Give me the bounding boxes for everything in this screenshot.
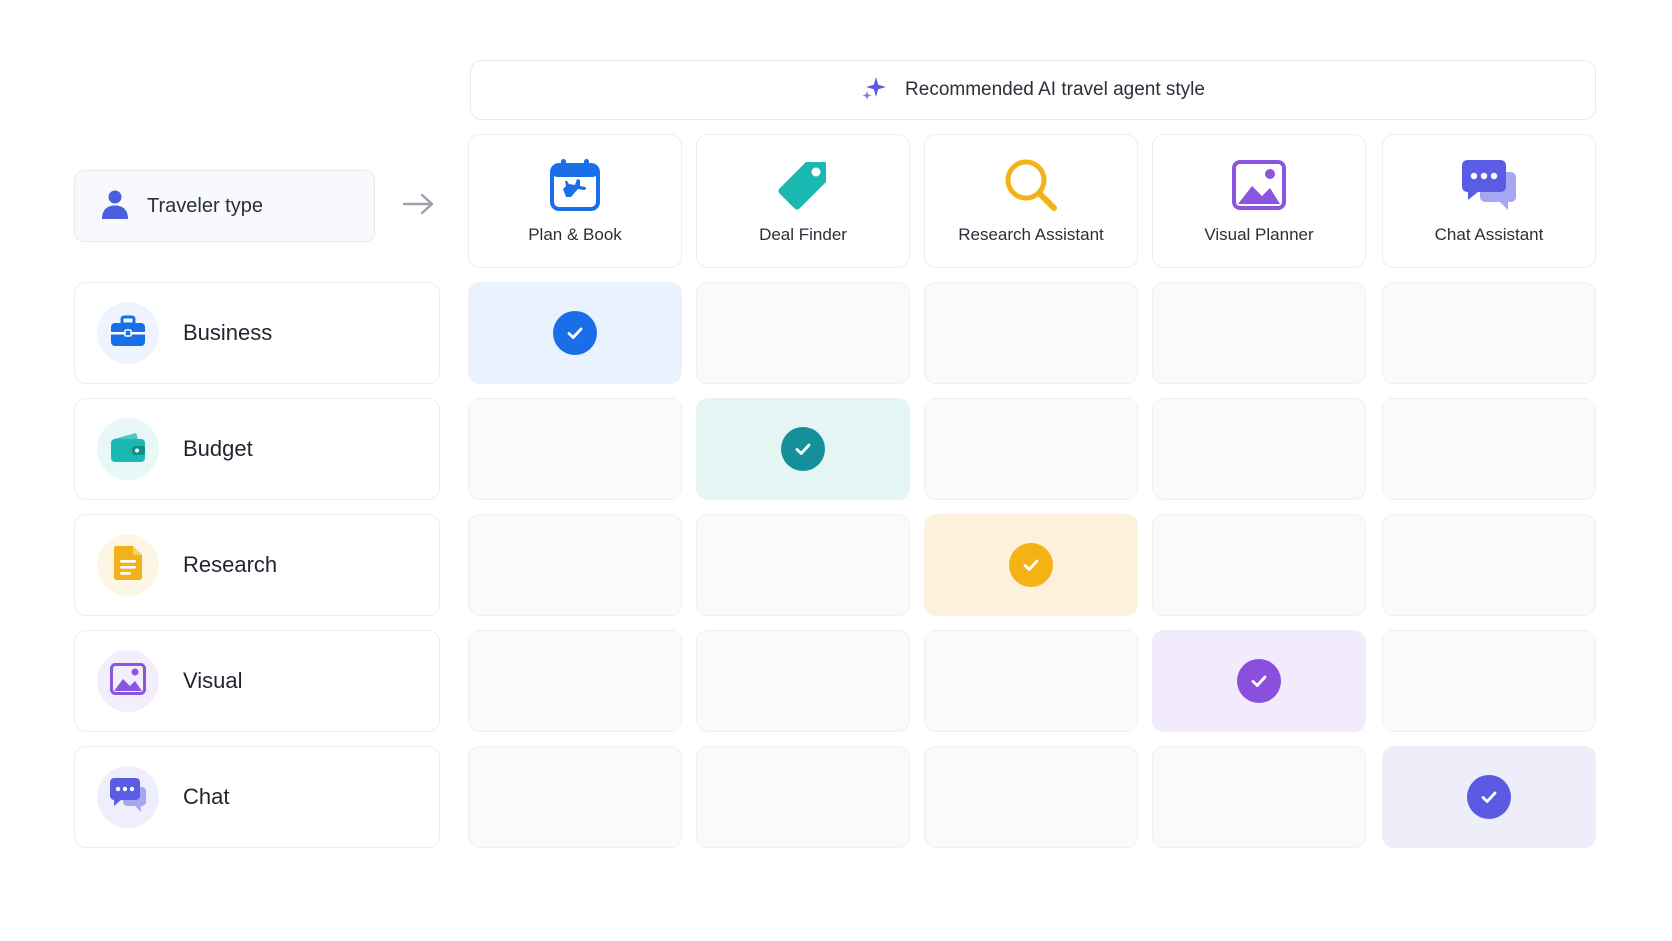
arrow-right-icon: [402, 192, 436, 221]
column-label: Plan & Book: [528, 225, 622, 244]
matrix-cell: [924, 746, 1138, 848]
matrix-cell-match: [1152, 630, 1366, 732]
check-icon: [781, 427, 825, 471]
magnifier-icon: [1003, 157, 1059, 213]
calendar-plane-icon: [549, 157, 601, 213]
row-icon-circle: [97, 766, 159, 828]
matrix-cell: [696, 514, 910, 616]
matrix-cell: [924, 398, 1138, 500]
matrix-cell: [696, 282, 910, 384]
row-header-business: Business: [74, 282, 440, 384]
matrix-cell-match: [924, 514, 1138, 616]
image-icon: [1232, 157, 1286, 213]
check-icon: [1237, 659, 1281, 703]
row-label: Visual: [183, 668, 243, 693]
matrix-cell: [1382, 398, 1596, 500]
chat-bubbles-icon: [109, 777, 147, 818]
check-icon: [1467, 775, 1511, 819]
matrix-cell: [468, 746, 682, 848]
row-label: Chat: [183, 784, 230, 809]
row-label: Business: [183, 320, 273, 345]
price-tag-icon: [776, 157, 830, 213]
row-label: Budget: [183, 436, 253, 461]
traveler-type-text: Traveler type: [147, 194, 263, 217]
column-header-visual-planner: Visual Planner: [1152, 134, 1366, 268]
matrix-cell: [468, 630, 682, 732]
check-icon: [553, 311, 597, 355]
briefcase-icon: [110, 315, 146, 352]
row-header-research: Research: [74, 514, 440, 616]
row-header-visual: Visual: [74, 630, 440, 732]
column-label: Deal Finder: [759, 225, 847, 244]
matrix-cell: [1152, 282, 1366, 384]
matrix-cell: [1382, 630, 1596, 732]
row-header-budget: Budget: [74, 398, 440, 500]
sparkle-icon: [861, 75, 887, 106]
matrix-cell: [1382, 514, 1596, 616]
row-label: Research: [183, 552, 278, 577]
column-label: Chat Assistant: [1434, 225, 1544, 244]
matrix-cell: [468, 514, 682, 616]
row-icon-circle: [97, 650, 159, 712]
chat-bubbles-icon: [1460, 157, 1518, 213]
row-header-chat: Chat: [74, 746, 440, 848]
row-icon-circle: [97, 418, 159, 480]
column-label: Visual Planner: [1204, 225, 1314, 244]
matrix-cell: [1382, 282, 1596, 384]
column-header-chat-assistant: Chat Assistant: [1382, 134, 1596, 268]
matrix-cell: [1152, 398, 1366, 500]
row-icon-circle: [97, 534, 159, 596]
column-header-plan-book: Plan & Book: [468, 134, 682, 268]
matrix-cell: [1152, 746, 1366, 848]
matrix-cell-match: [696, 398, 910, 500]
matrix-cell-match: [468, 282, 682, 384]
column-header-deal-finder: Deal Finder: [696, 134, 910, 268]
recommendation-banner: Recommended AI travel agent style: [470, 60, 1596, 120]
person-icon: [101, 189, 129, 224]
column-header-research-assistant: Research Assistant: [924, 134, 1138, 268]
matrix-cell: [468, 398, 682, 500]
traveler-type-label: Traveler type: [74, 170, 375, 242]
wallet-icon: [110, 431, 146, 468]
check-icon: [1009, 543, 1053, 587]
column-label: Research Assistant: [958, 225, 1104, 244]
document-icon: [113, 545, 143, 586]
matrix-cell: [696, 630, 910, 732]
banner-title: Recommended AI travel agent style: [905, 79, 1205, 100]
row-icon-circle: [97, 302, 159, 364]
matrix-cell: [1152, 514, 1366, 616]
matrix-cell: [924, 282, 1138, 384]
matrix-cell: [696, 746, 910, 848]
matrix-cell-match: [1382, 746, 1596, 848]
matrix-cell: [924, 630, 1138, 732]
image-icon: [110, 662, 146, 700]
